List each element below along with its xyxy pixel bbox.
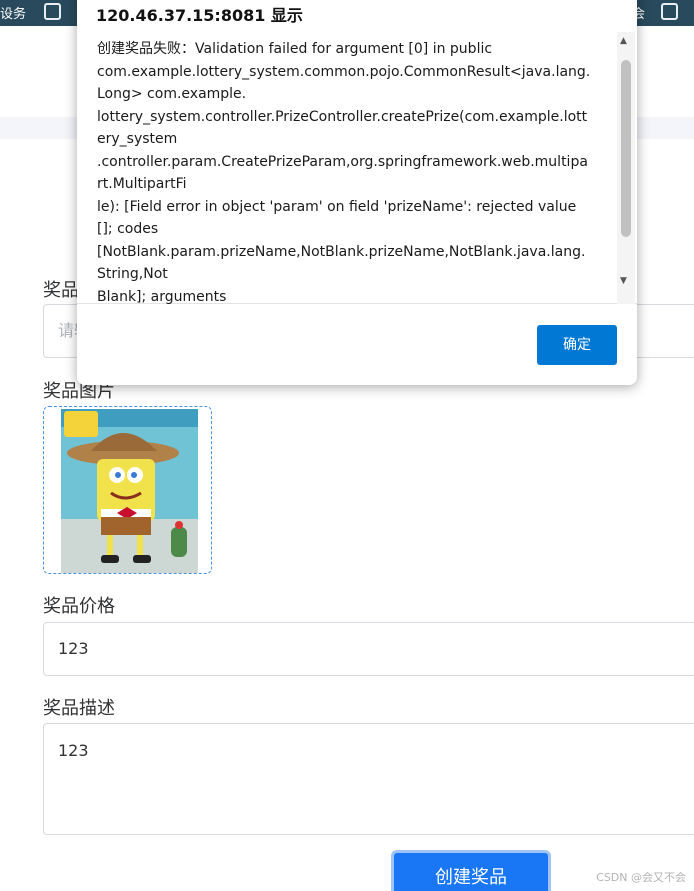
prize-price-label: 奖品价格 — [43, 596, 115, 617]
dialog-message: 创建奖品失败：Validation failed for argument [0… — [97, 41, 591, 305]
alert-dialog: 120.46.37.15:8081 显示 创建奖品失败：Validation f… — [77, 0, 637, 385]
dialog-title: 120.46.37.15:8081 显示 — [96, 6, 303, 25]
chevron-up-icon[interactable]: ▲ — [620, 36, 627, 46]
scroll-thumb[interactable] — [621, 60, 631, 237]
ok-button[interactable]: 确定 — [537, 325, 617, 365]
prize-desc-label: 奖品描述 — [43, 698, 115, 719]
window-icon[interactable] — [661, 3, 678, 20]
topbar-left-text: 设务 — [0, 7, 27, 22]
prize-desc-textarea[interactable]: 123 — [43, 723, 694, 835]
dialog-message-area: 创建奖品失败：Validation failed for argument [0… — [77, 32, 637, 305]
image-upload-box[interactable] — [43, 406, 212, 574]
create-prize-button[interactable]: 创建奖品 — [391, 850, 551, 891]
watermark: CSDN @会又不会 — [596, 871, 686, 884]
prize-name-label: 奖品 — [43, 280, 79, 301]
app-icon[interactable] — [44, 3, 61, 20]
dialog-scrollbar[interactable]: ▲ ▼ — [617, 32, 635, 304]
prize-price-input[interactable]: 123 — [43, 622, 694, 676]
prize-image — [61, 409, 198, 573]
chevron-down-icon[interactable]: ▼ — [620, 276, 627, 286]
